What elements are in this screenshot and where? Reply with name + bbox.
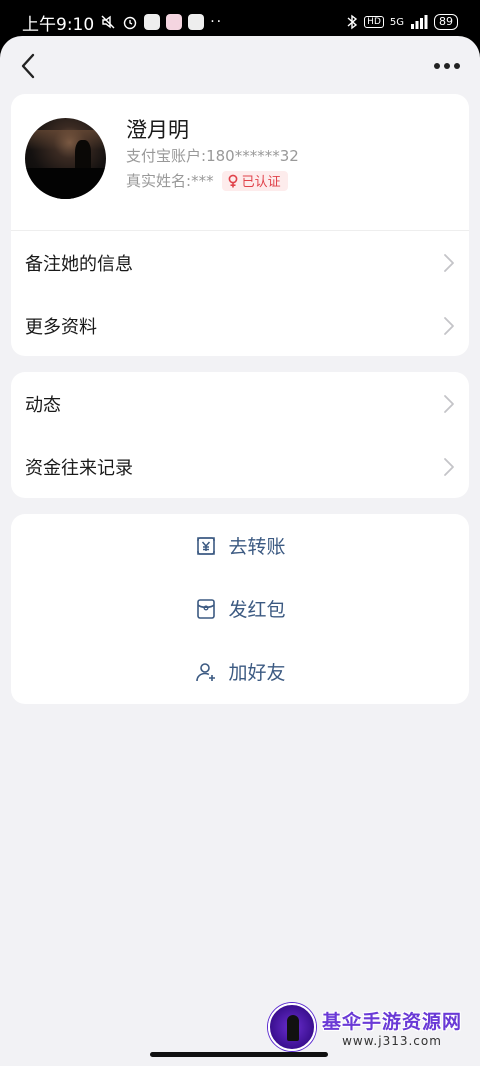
chevron-right-icon: [444, 394, 454, 413]
more-dot-icon: [444, 63, 450, 69]
red-envelope-button[interactable]: 发红包: [11, 577, 469, 640]
transfer-yuan-icon: [194, 534, 218, 558]
female-icon: [228, 174, 237, 187]
watermark-title: 基伞手游资源网: [322, 1010, 463, 1033]
verified-badge: 已认证: [221, 170, 288, 191]
hd-badge: HD: [364, 16, 384, 28]
home-indicator[interactable]: [150, 1052, 328, 1057]
app-notification-icon: [144, 14, 161, 30]
top-nav: [0, 36, 480, 96]
watermark-logo: [268, 1003, 316, 1051]
video-app-icon: [166, 14, 183, 30]
profile-card: 澄月明 支付宝账户:180******32 真实姓名:*** 已认证 备注她的信…: [11, 94, 469, 356]
add-friend-button[interactable]: 加好友: [11, 640, 469, 703]
message-app-icon: [188, 14, 205, 30]
remark-info-row[interactable]: 备注她的信息: [11, 231, 469, 294]
chevron-right-icon: [444, 253, 454, 272]
alarm-icon: [122, 14, 138, 30]
signal-icon: [410, 15, 428, 29]
more-dot-icon: [454, 63, 460, 69]
account-label: 支付宝账户:: [126, 147, 207, 165]
alipay-account: 支付宝账户:180******32: [126, 145, 299, 166]
transfer-button[interactable]: 去转账: [11, 514, 469, 577]
more-info-row[interactable]: 更多资料: [11, 294, 469, 357]
realname-value: ***: [191, 172, 214, 190]
row-label: 资金往来记录: [25, 457, 133, 479]
chevron-right-icon: [444, 457, 454, 476]
more-dot-icon: [434, 63, 440, 69]
real-name: 真实姓名:*** 已认证: [126, 170, 288, 191]
back-button[interactable]: [20, 52, 44, 80]
watermark-url: www.j313.com: [342, 1033, 442, 1048]
action-label: 加好友: [228, 662, 286, 684]
profile-screen: 澄月明 支付宝账户:180******32 真实姓名:*** 已认证 备注她的信…: [0, 36, 480, 1066]
profile-header: 澄月明 支付宝账户:180******32 真实姓名:*** 已认证: [11, 94, 469, 230]
back-arrow-icon: [21, 53, 35, 79]
moments-row[interactable]: 动态: [11, 372, 469, 435]
action-label: 去转账: [228, 536, 286, 558]
realname-label: 真实姓名:: [126, 172, 192, 190]
fund-records-row[interactable]: 资金往来记录: [11, 435, 469, 498]
more-options-button[interactable]: [434, 57, 460, 75]
verified-label: 已认证: [241, 175, 281, 190]
social-card: 动态 资金往来记录: [11, 372, 469, 498]
mute-icon: [100, 14, 116, 30]
account-value: 180******32: [206, 147, 299, 165]
red-envelope-icon: [194, 597, 218, 621]
row-label: 备注她的信息: [25, 253, 133, 275]
bluetooth-icon: [346, 14, 358, 30]
clock: 上午9:10: [22, 14, 95, 35]
chevron-right-icon: [444, 316, 454, 335]
avatar[interactable]: [25, 118, 106, 199]
profile-name: 澄月明: [126, 118, 189, 142]
action-label: 发红包: [228, 599, 286, 621]
add-friend-icon: [194, 660, 218, 684]
row-label: 动态: [25, 394, 61, 416]
actions-card: 去转账 发红包 加好友: [11, 514, 469, 704]
network-type: 5G: [389, 16, 404, 28]
battery-indicator: 89: [434, 14, 458, 30]
row-label: 更多资料: [25, 316, 97, 338]
more-notifications-icon: ··: [210, 14, 224, 30]
site-watermark: 基伞手游资源网 www.j313.com: [268, 1000, 478, 1054]
